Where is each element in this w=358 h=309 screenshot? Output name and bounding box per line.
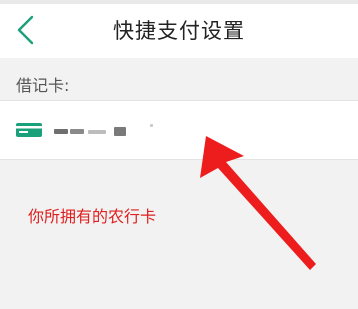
status-strip <box>0 0 358 4</box>
section-label-debit-card: 借记卡: <box>16 76 70 95</box>
navigation-bar: 快捷支付设置 <box>0 0 358 58</box>
bank-card-icon <box>16 123 42 137</box>
card-number-redacted <box>54 123 164 139</box>
page-title: 快捷支付设置 <box>113 19 245 43</box>
annotation-label: 你所拥有的农行卡 <box>28 207 157 226</box>
red-arrow-icon <box>190 118 325 278</box>
